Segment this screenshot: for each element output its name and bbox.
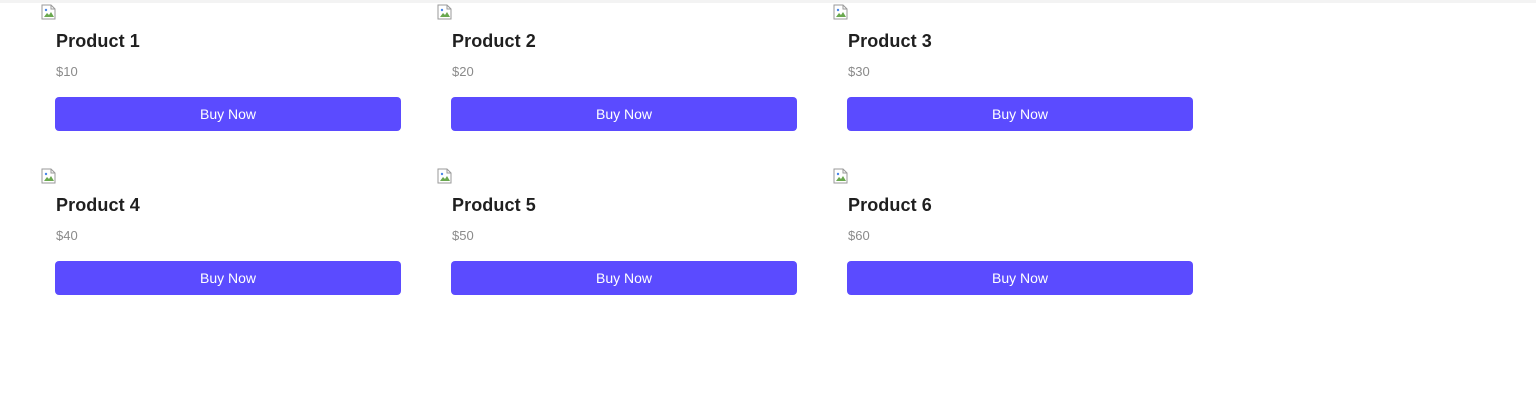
broken-image-icon	[437, 4, 453, 20]
buy-now-button[interactable]: Buy Now	[55, 97, 401, 131]
buy-now-button[interactable]: Buy Now	[55, 261, 401, 295]
broken-image-icon	[41, 168, 57, 184]
broken-image-icon	[41, 4, 57, 20]
product-card: Product 6 $60 Buy Now	[833, 168, 1209, 312]
product-price: $10	[56, 64, 78, 79]
product-card: Product 4 $40 Buy Now	[41, 168, 417, 312]
product-card: Product 3 $30 Buy Now	[833, 4, 1209, 148]
product-title: Product 2	[452, 31, 536, 51]
product-price: $60	[848, 228, 870, 243]
product-card: Product 1 $10 Buy Now	[41, 4, 417, 148]
product-card: Product 5 $50 Buy Now	[437, 168, 813, 312]
product-title: Product 4	[56, 195, 140, 215]
broken-image-icon	[833, 168, 849, 184]
buy-now-button[interactable]: Buy Now	[847, 97, 1193, 131]
broken-image-icon	[437, 168, 453, 184]
product-price: $40	[56, 228, 78, 243]
product-price: $50	[452, 228, 474, 243]
broken-image-icon	[833, 4, 849, 20]
top-divider	[0, 0, 1536, 3]
product-title: Product 5	[452, 195, 536, 215]
product-title: Product 3	[848, 31, 932, 51]
product-card: Product 2 $20 Buy Now	[437, 4, 813, 148]
buy-now-button[interactable]: Buy Now	[847, 261, 1193, 295]
buy-now-button[interactable]: Buy Now	[451, 261, 797, 295]
product-title: Product 1	[56, 31, 140, 51]
product-price: $30	[848, 64, 870, 79]
buy-now-button[interactable]: Buy Now	[451, 97, 797, 131]
product-title: Product 6	[848, 195, 932, 215]
product-price: $20	[452, 64, 474, 79]
product-grid: Product 1 $10 Buy Now Product 2 $20 Buy …	[41, 4, 1209, 312]
